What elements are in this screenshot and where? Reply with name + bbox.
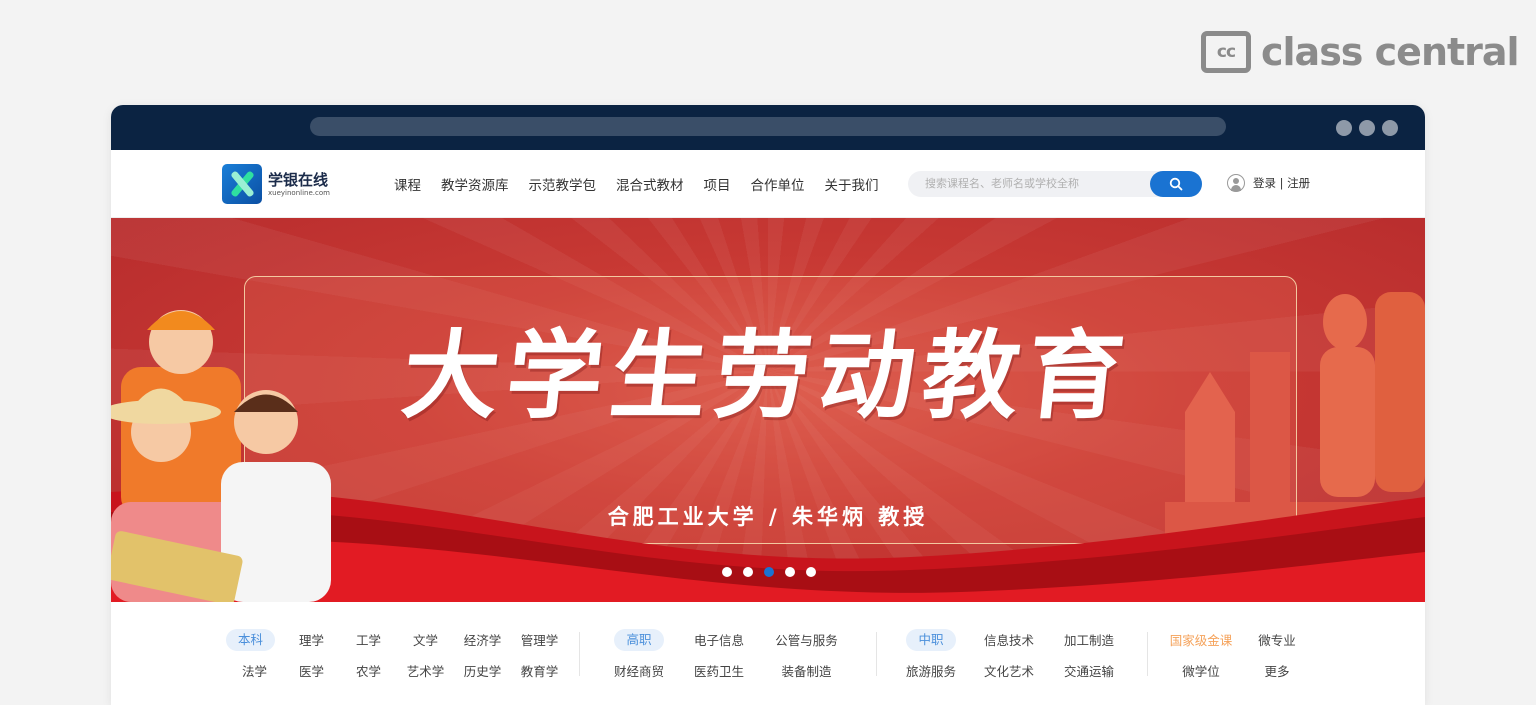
category-item[interactable]: 旅游服务 — [892, 661, 970, 680]
nav-item-courses[interactable]: 课程 — [394, 174, 421, 194]
site-name: 学银在线 — [268, 170, 329, 189]
xueyin-logo-icon — [222, 164, 262, 204]
site-header: 学银在线 xueyinonline.com 课程 教学资源库 示范教学包 混合式… — [111, 150, 1425, 218]
category-item[interactable]: 交通运输 — [1048, 661, 1130, 680]
category-item[interactable]: 理学 — [283, 630, 340, 649]
category-item[interactable]: 医药卫生 — [679, 661, 759, 680]
category-group-zhongzhi: 中职 信息技术 加工制造 旅游服务 文化艺术 交通运输 — [892, 624, 1130, 686]
category-item[interactable]: 电子信息 — [679, 630, 759, 649]
browser-window: 学银在线 xueyinonline.com 课程 教学资源库 示范教学包 混合式… — [111, 105, 1425, 705]
user-area: 登录 | 注册 — [1227, 174, 1310, 192]
window-dot-icon[interactable] — [1382, 120, 1398, 136]
category-tag-benke[interactable]: 本科 — [226, 628, 276, 651]
hero-banner[interactable]: 大学生劳动教育 合肥工业大学 / 朱华炳 教授 — [111, 218, 1425, 602]
category-group-gaozhi: 高职 电子信息 公管与服务 财经商贸 医药卫生 装备制造 — [599, 624, 854, 686]
nav-item-resource-library[interactable]: 教学资源库 — [441, 174, 509, 194]
site-url: xueyinonline.com — [268, 188, 330, 197]
workers-illustration-image — [111, 310, 331, 602]
category-item[interactable]: 文化艺术 — [970, 661, 1048, 680]
carousel-dots — [722, 567, 816, 577]
window-dot-icon[interactable] — [1359, 120, 1375, 136]
cc-badge-icon: cc — [1201, 31, 1251, 73]
category-group-benke: 本科 理学 工学 文学 经济学 管理学 法学 医学 农学 艺术学 历史学 教育学 — [226, 624, 568, 686]
category-item[interactable]: 工学 — [340, 630, 397, 649]
carousel-dot[interactable] — [743, 567, 753, 577]
category-item[interactable]: 历史学 — [454, 661, 511, 680]
search-bar — [908, 171, 1202, 197]
category-item[interactable]: 农学 — [340, 661, 397, 680]
category-item[interactable]: 教育学 — [511, 661, 568, 680]
category-group-special: 国家级金课 微专业 微学位 更多 — [1163, 624, 1315, 686]
category-item[interactable]: 财经商贸 — [599, 661, 679, 680]
category-bar: 本科 理学 工学 文学 经济学 管理学 法学 医学 农学 艺术学 历史学 教育学… — [111, 602, 1425, 705]
carousel-dot[interactable] — [722, 567, 732, 577]
window-controls — [1336, 120, 1398, 136]
category-item[interactable]: 艺术学 — [397, 661, 454, 680]
more-link[interactable]: 更多 — [1239, 661, 1315, 680]
category-item[interactable]: 公管与服务 — [759, 630, 854, 649]
category-item[interactable]: 加工制造 — [1048, 630, 1130, 649]
category-item[interactable]: 微学位 — [1163, 661, 1239, 680]
window-dot-icon[interactable] — [1336, 120, 1352, 136]
class-central-logo: cc class central — [1201, 30, 1520, 74]
search-input[interactable] — [908, 171, 1148, 197]
category-item[interactable]: 法学 — [226, 661, 283, 680]
category-divider — [876, 632, 877, 676]
category-item[interactable]: 装备制造 — [759, 661, 854, 680]
nav-item-demo-packages[interactable]: 示范教学包 — [529, 174, 597, 194]
category-item[interactable]: 医学 — [283, 661, 340, 680]
category-item[interactable]: 经济学 — [454, 630, 511, 649]
category-divider — [579, 632, 580, 676]
class-central-wordmark: class central — [1261, 30, 1520, 74]
category-item[interactable]: 信息技术 — [970, 630, 1048, 649]
address-bar[interactable] — [310, 117, 1226, 136]
nav-item-about[interactable]: 关于我们 — [825, 174, 879, 194]
category-item[interactable]: 管理学 — [511, 630, 568, 649]
nav-item-projects[interactable]: 项目 — [704, 174, 731, 194]
category-tag-zhongzhi[interactable]: 中职 — [906, 628, 956, 651]
carousel-dot[interactable] — [785, 567, 795, 577]
carousel-dot-active[interactable] — [764, 567, 774, 577]
nav-item-blended-textbooks[interactable]: 混合式教材 — [616, 174, 684, 194]
national-gold-course-link[interactable]: 国家级金课 — [1163, 630, 1239, 649]
category-item[interactable]: 文学 — [397, 630, 454, 649]
category-tag-gaozhi[interactable]: 高职 — [614, 628, 664, 651]
site-logo[interactable]: 学银在线 xueyinonline.com — [222, 164, 330, 204]
search-button[interactable] — [1150, 171, 1202, 197]
login-register-link[interactable]: 登录 | 注册 — [1253, 175, 1310, 191]
category-item[interactable]: 微专业 — [1239, 630, 1315, 649]
user-avatar-icon[interactable] — [1227, 174, 1245, 192]
nav-item-partners[interactable]: 合作单位 — [751, 174, 805, 194]
search-icon — [1169, 177, 1183, 191]
category-divider — [1147, 632, 1148, 676]
carousel-dot[interactable] — [806, 567, 816, 577]
browser-chrome — [111, 105, 1425, 150]
main-nav: 课程 教学资源库 示范教学包 混合式教材 项目 合作单位 关于我们 — [394, 174, 879, 194]
